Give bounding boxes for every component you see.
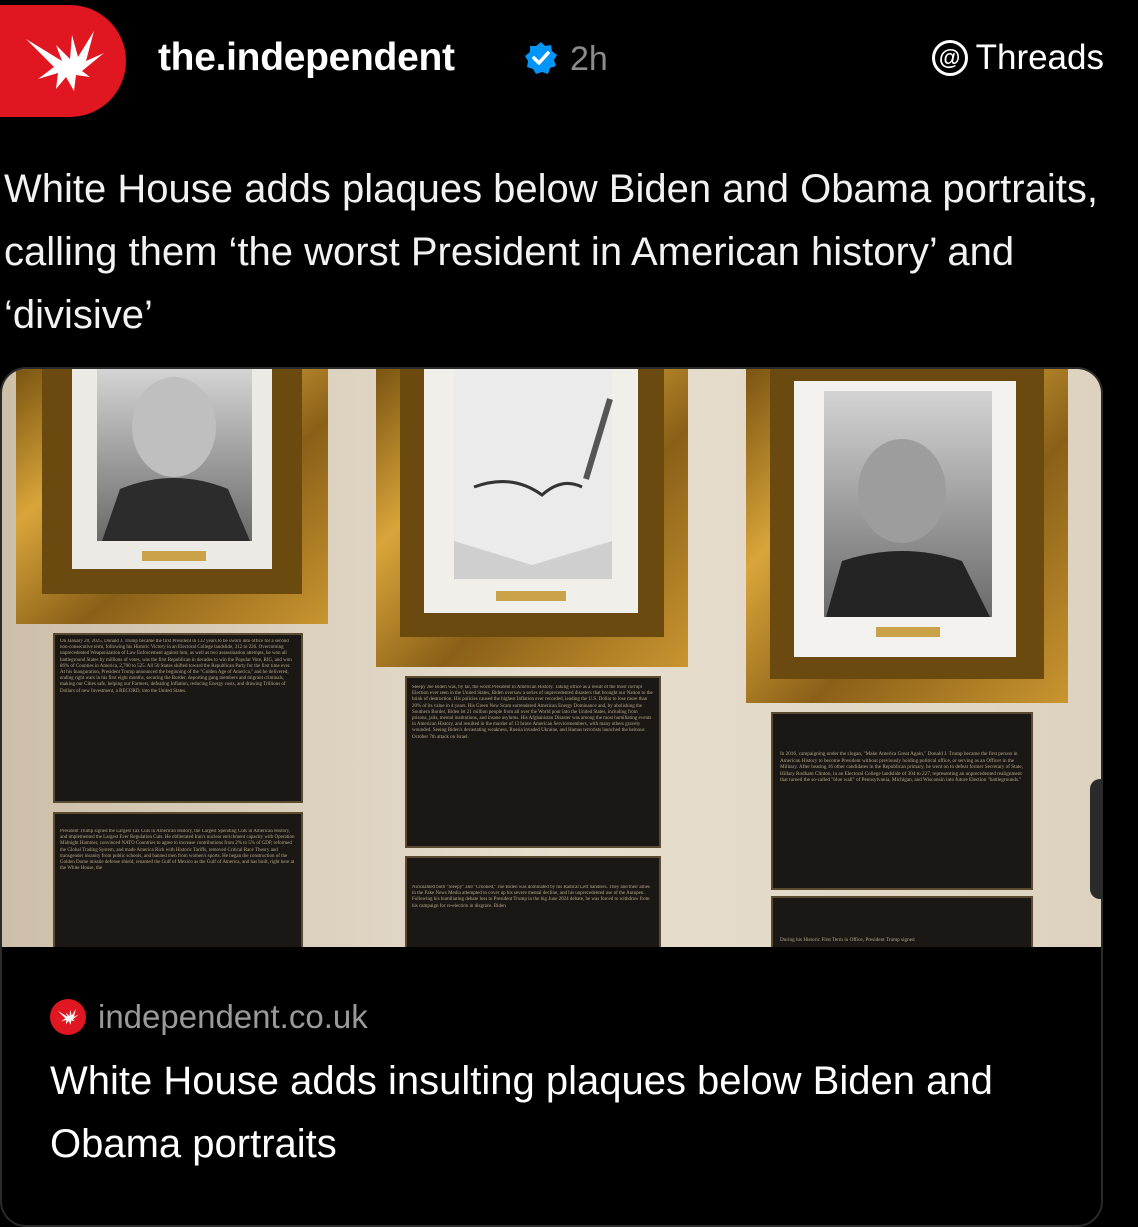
center-plaque-top: Sleepy Joe Biden was, by far, the worst … <box>405 676 661 848</box>
phone-edge <box>1090 779 1101 899</box>
verified-badge-icon <box>525 42 557 74</box>
center-plaque-bottom: Nicknamed both "Sleepy" and "Crooked," J… <box>405 856 661 947</box>
threads-icon: @ <box>931 40 968 76</box>
link-title[interactable]: White House adds insulting plaques below… <box>50 1050 1070 1176</box>
right-plaque-bottom-text: During his Historic First Term in Office… <box>780 937 915 943</box>
center-plaque-bottom-text: Nicknamed both "Sleepy" and "Crooked," J… <box>412 885 650 909</box>
left-plaque-bottom: President Trump signed the Largest Tax C… <box>53 812 303 947</box>
independent-logo-icon <box>50 999 86 1035</box>
post-header: the.independent 2h @ Threads <box>0 0 1138 120</box>
left-plaque-top-text: On January 20, 2025, Donald J. Trump bec… <box>60 639 292 694</box>
article-image[interactable]: On January 20, 2025, Donald J. Trump bec… <box>2 369 1103 947</box>
post-timestamp: 2h <box>570 40 608 78</box>
right-plaque-bottom: During his Historic First Term in Office… <box>771 896 1033 947</box>
avatar[interactable] <box>0 5 126 117</box>
eagle-logo-icon <box>26 31 104 91</box>
username[interactable]: the.independent <box>158 36 455 80</box>
center-plaque-top-text: Sleepy Joe Biden was, by far, the worst … <box>412 685 653 740</box>
link-domain: independent.co.uk <box>98 998 368 1035</box>
left-plaque-top: On January 20, 2025, Donald J. Trump bec… <box>53 633 303 803</box>
right-plaque-top: In 2016, campaigning under the slogan, "… <box>771 712 1033 890</box>
link-source[interactable]: independent.co.uk <box>50 998 368 1036</box>
right-plaque-top-text: In 2016, campaigning under the slogan, "… <box>780 751 1023 784</box>
left-plaque-bottom-text: President Trump signed the Largest Tax C… <box>60 829 295 872</box>
threads-label: Threads <box>975 38 1104 77</box>
threads-link[interactable]: @ Threads <box>931 38 1104 78</box>
post-text: White House adds plaques below Biden and… <box>4 167 1098 337</box>
